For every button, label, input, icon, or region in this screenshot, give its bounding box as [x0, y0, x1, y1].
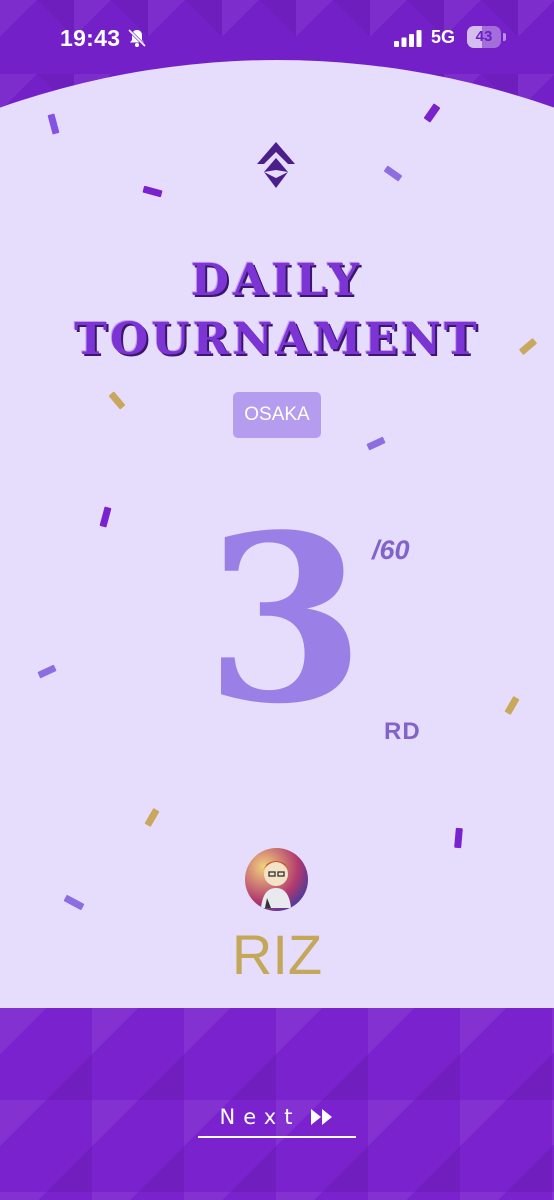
- next-label: Next: [219, 1105, 301, 1129]
- battery-icon: 43: [467, 26, 507, 48]
- rank-suffix: RD: [384, 718, 421, 745]
- player-name: RIZ: [231, 923, 323, 986]
- tournament-title-line1: DAILY: [190, 255, 364, 306]
- rank-number: 3: [204, 485, 366, 755]
- battery-level: 43: [475, 28, 493, 45]
- bell-off-icon: [127, 28, 147, 48]
- next-button[interactable]: Next: [198, 1098, 356, 1138]
- venue-badge: OSAKA: [233, 392, 321, 438]
- signal-icon: [394, 30, 422, 47]
- network-label: 5G: [431, 27, 456, 47]
- fast-forward-icon: [311, 1109, 333, 1125]
- spade-icon: [257, 142, 295, 188]
- tournament-title-line2: TOURNAMENT: [74, 314, 480, 365]
- rank-total: /60: [372, 535, 410, 565]
- status-bar: 19:43 5G 43: [0, 0, 554, 76]
- player-avatar: [245, 848, 308, 911]
- status-time: 19:43: [60, 25, 121, 51]
